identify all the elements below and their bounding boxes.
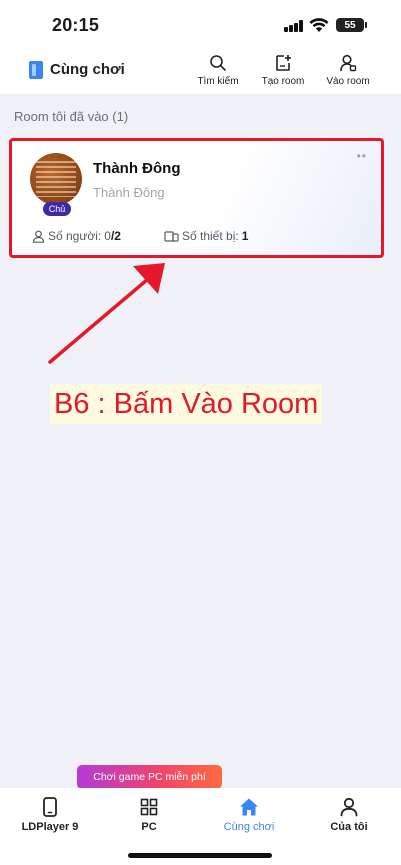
signal-icon [284, 20, 304, 32]
wifi-icon [309, 18, 329, 32]
home-indicator [128, 853, 272, 858]
room-name: Thành Đông [93, 160, 181, 177]
nav-pc-label: PC [141, 821, 157, 833]
section-title: Room tôi đã vào (1) [14, 109, 129, 124]
person-icon [340, 797, 358, 817]
devices-label: Số thiết bị: [182, 229, 239, 243]
search-button[interactable]: Tìm kiếm [188, 54, 248, 90]
more-options-icon[interactable]: •• [357, 149, 367, 163]
battery-level: 55 [344, 19, 356, 31]
devices-value: 1 [241, 229, 249, 243]
nav-cua-toi-label: Của tôi [330, 821, 368, 833]
annotation-arrow [48, 263, 165, 364]
nav-ldplayer-label: LDPlayer 9 [21, 821, 79, 833]
app-header: Cùng chơi Tìm kiếm Tạo room Vào room [0, 48, 401, 94]
grid-icon [140, 798, 158, 816]
battery-icon: 55 [336, 18, 367, 32]
create-room-icon [276, 55, 291, 71]
join-room-icon [340, 54, 357, 72]
create-room-button[interactable]: Tạo room [253, 54, 313, 90]
join-room-button[interactable]: Vào room [318, 54, 378, 90]
device-icon [164, 230, 179, 242]
members-stat: Số người: 0/2 [32, 229, 121, 243]
room-owner: Thành Đông [93, 185, 165, 200]
page-title: Cùng chơi [50, 61, 125, 78]
room-card[interactable]: Chủ •• Thành Đông Thành Đông Số người: 0… [9, 138, 384, 258]
status-time: 20:15 [52, 15, 100, 35]
step-instruction-label: B6 : Bấm Vào Room [50, 384, 323, 424]
nav-cung-choi[interactable]: Cùng chơi [204, 797, 294, 833]
status-bar: 20:15 55 [0, 0, 401, 48]
devices-stat: Số thiết bị: 1 [164, 229, 248, 243]
search-button-label: Tìm kiếm [197, 76, 239, 87]
room-avatar [30, 153, 82, 205]
phone-icon [43, 797, 57, 817]
app-logo-icon [29, 61, 43, 79]
promo-banner[interactable]: Chơi game PC miễn phí [77, 765, 222, 789]
members-label: Số người: [48, 229, 102, 243]
members-current: 0 [104, 229, 111, 243]
home-icon [240, 798, 258, 816]
owner-badge: Chủ [43, 202, 71, 216]
person-icon [32, 230, 45, 243]
nav-ldplayer[interactable]: LDPlayer 9 [5, 797, 95, 833]
join-room-button-label: Vào room [326, 76, 370, 87]
nav-cua-toi[interactable]: Của tôi [304, 797, 394, 833]
members-max: /2 [110, 229, 121, 243]
nav-pc[interactable]: PC [104, 797, 194, 833]
nav-cung-choi-label: Cùng chơi [223, 821, 275, 833]
search-icon [210, 55, 226, 71]
create-room-button-label: Tạo room [261, 76, 305, 87]
